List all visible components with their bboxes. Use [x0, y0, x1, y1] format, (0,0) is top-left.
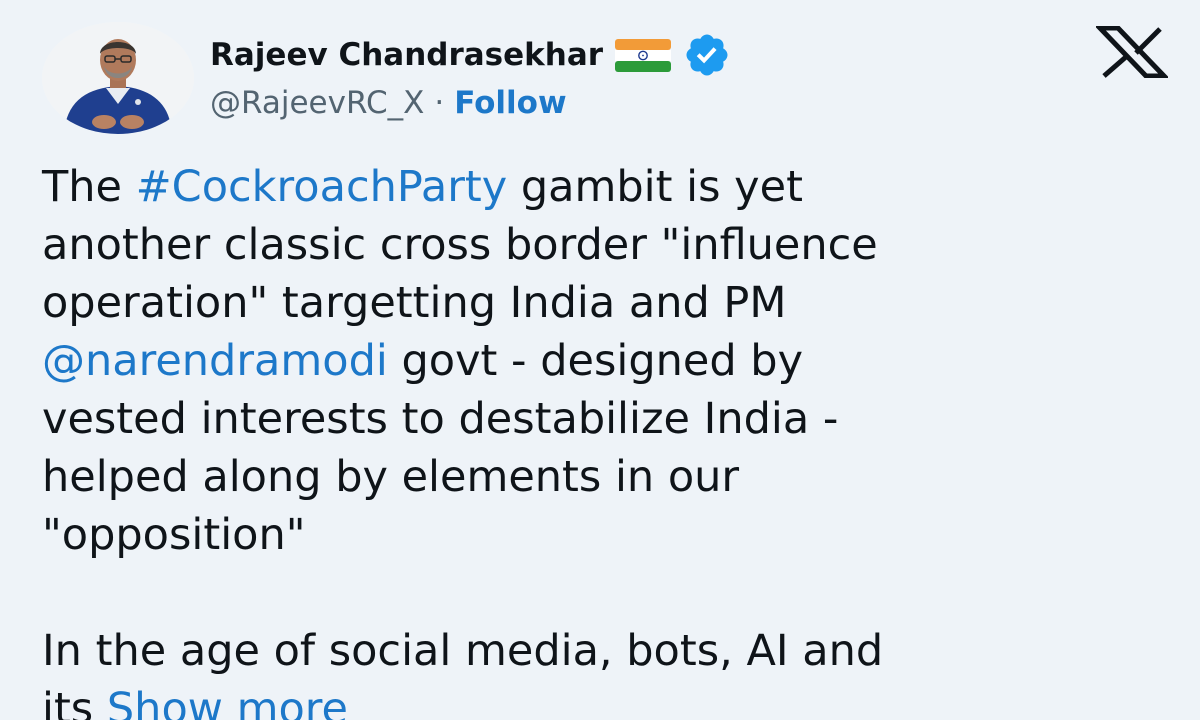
x-logo-icon[interactable] [1096, 26, 1168, 78]
separator-dot: · [434, 85, 445, 121]
verified-badge-icon [686, 34, 728, 76]
india-flag-icon [615, 38, 672, 72]
tweet-line: vested interests to destabilize India - [42, 394, 839, 444]
hashtag-link[interactable]: #CockroachParty [136, 162, 508, 212]
author-handle-row: @RajeevRC_X · Follow [210, 80, 567, 126]
author-handle[interactable]: @RajeevRC_X [210, 85, 424, 121]
tweet-line: @narendramodi govt - designed by [42, 332, 1182, 390]
mention-link[interactable]: @narendramodi [42, 336, 388, 386]
author-name-row: Rajeev Chandrasekhar [210, 30, 731, 80]
author-display-name[interactable]: Rajeev Chandrasekhar [210, 37, 603, 73]
tweet-line: "opposition" [42, 510, 306, 560]
tweet-text-segment: govt - designed by [387, 336, 804, 386]
tweet-text-segment: its [42, 684, 107, 720]
tweet-line: The #CockroachParty gambit is yet [42, 158, 1182, 216]
tweet-card: Rajeev Chandrasekhar @RajeevRC_X · Follo… [0, 0, 1200, 720]
show-more-link[interactable]: Show more [107, 684, 348, 720]
avatar-photo [42, 22, 194, 134]
tweet-line: its Show more [42, 680, 1182, 720]
tweet-line: helped along by elements in our [42, 452, 740, 502]
tweet-text-segment: gambit is yet [507, 162, 803, 212]
tweet-line: another classic cross border "influence [42, 220, 878, 270]
avatar[interactable] [42, 22, 194, 134]
tweet-text: The #CockroachParty gambit is yet anothe… [42, 158, 1182, 720]
follow-button[interactable]: Follow [454, 85, 566, 121]
tweet-line: In the age of social media, bots, AI and [42, 626, 884, 676]
tweet-line: operation" targetting India and PM [42, 278, 787, 328]
tweet-text-segment: The [42, 162, 136, 212]
paragraph-break [42, 564, 1182, 622]
